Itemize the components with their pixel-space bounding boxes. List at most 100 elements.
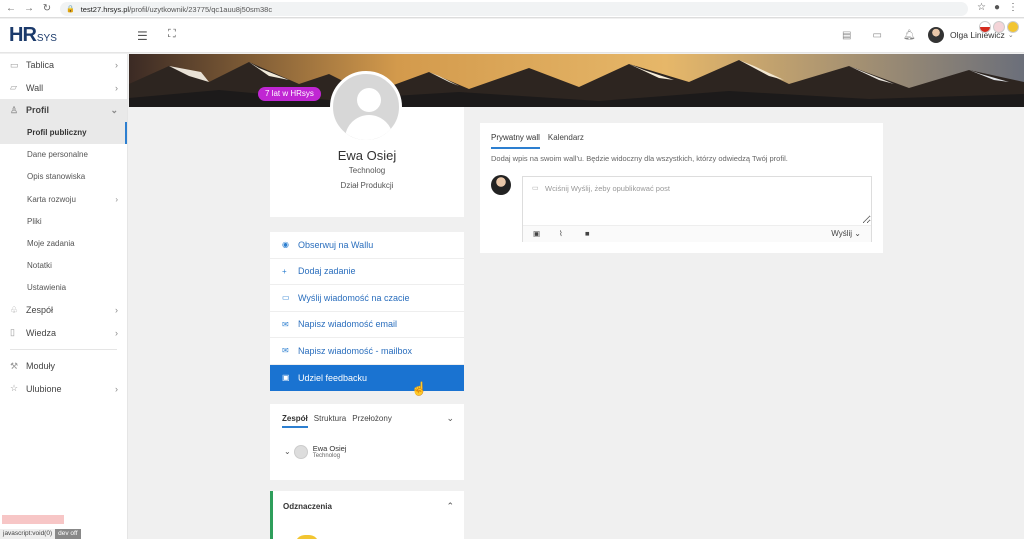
forward-arrow-icon[interactable]: →: [22, 2, 36, 16]
sidebar-item-zespol[interactable]: ♧ Zespół ›: [0, 299, 127, 322]
sidebar-item-label: Tablica: [26, 60, 55, 71]
avatar-head: [357, 88, 381, 112]
url-path: /profil/uzytkownik/23775/qc1auu8j50sm38c: [129, 4, 273, 14]
profile-actions: ◉ Obserwuj na Wallu + Dodaj zadanie ▭ Wy…: [270, 232, 464, 391]
avatar: [928, 27, 944, 43]
avatar-body: [345, 115, 393, 140]
member-role: Technolog: [312, 453, 341, 459]
profile-name: Ewa Osiej: [337, 148, 397, 163]
sidebar: ▭ Tablica › ▱ Wall › ♙ Profil ⌄ Profil p…: [0, 54, 128, 539]
chat-icon[interactable]: ▭: [872, 30, 881, 41]
sidebar-item-wall[interactable]: ▱ Wall ›: [0, 77, 127, 100]
sidebar-sub-karta-rozwoju[interactable]: Karta rozwoju ›: [0, 188, 127, 210]
sidebar-sub-profil-publiczny[interactable]: Profil publiczny: [0, 121, 127, 144]
sidebar-item-label: Profil: [26, 105, 50, 116]
follow-on-wall-action[interactable]: ◉ Obserwuj na Wallu: [270, 232, 464, 259]
send-button[interactable]: Wyślij ⌄: [831, 229, 861, 238]
tab-prywatny-wall[interactable]: Prywatny wall: [491, 133, 540, 149]
send-mailbox-action[interactable]: ✉ Napisz wiadomość - mailbox: [270, 338, 464, 365]
post-toolbar: ▣ ⌇ ■ Wyślij ⌄: [523, 225, 871, 242]
sidebar-item-wiedza[interactable]: ▯ Wiedza ›: [0, 322, 127, 345]
team-icon: ♧: [10, 304, 19, 315]
profile-role: Technolog: [348, 166, 386, 175]
status-link-text: javascript:void(0): [0, 529, 56, 539]
fullscreen-icon[interactable]: ⛶: [168, 28, 176, 41]
sidebar-sub-notatki[interactable]: Notatki: [0, 255, 127, 277]
profile-avatar[interactable]: [330, 71, 402, 143]
send-chat-action[interactable]: ▭ Wyślij wiadomość na czacie: [270, 285, 464, 312]
sidebar-sub-label: Ustawienia: [27, 283, 67, 293]
plus-icon: +: [282, 266, 287, 276]
chevron-right-icon: ›: [115, 194, 118, 204]
medal-icon: [295, 535, 319, 539]
chevron-down-icon[interactable]: ⌄: [284, 447, 291, 456]
sidebar-sub-dane-personalne[interactable]: Dane personalne: [0, 144, 127, 166]
hrsys-logo[interactable]: HR SYS: [9, 25, 57, 45]
sidebar-item-tablica[interactable]: ▭ Tablica ›: [0, 54, 127, 77]
tab-kalendarz[interactable]: Kalendarz: [548, 133, 584, 149]
bell-icon[interactable]: 🔔︎: [903, 30, 916, 41]
dev-toggle[interactable]: dev off: [55, 529, 81, 539]
envelope-icon: ✉: [282, 346, 289, 356]
sidebar-item-ulubione[interactable]: ☆ Ulubione ›: [0, 378, 127, 401]
sidebar-sub-ustawienia[interactable]: Ustawienia: [0, 277, 127, 299]
address-bar[interactable]: 🔒 test27.hrsys.pl/profil/uzytkownik/2377…: [60, 2, 968, 16]
sidebar-item-label: Wiedza: [26, 327, 57, 338]
eye-icon: ◉: [282, 240, 289, 250]
sidebar-sub-pliki[interactable]: Pliki: [0, 210, 127, 232]
send-label: Wyślij: [831, 229, 853, 238]
add-task-action[interactable]: + Dodaj zadanie: [270, 259, 464, 285]
user-icon: ♙: [10, 104, 19, 115]
wall-card: Prywatny wall Kalendarz Dodaj wpis na sw…: [480, 123, 883, 253]
chevron-down-icon[interactable]: ⌄: [446, 413, 454, 424]
url-host: test27.hrsys.pl: [80, 4, 130, 14]
honors-title: Odznaczenia: [283, 502, 332, 511]
member-name: Ewa Osiej: [312, 444, 347, 453]
give-feedback-button[interactable]: ▣ Udziel feedbacku: [270, 364, 464, 391]
flag-pl-icon[interactable]: [979, 21, 991, 33]
image-icon[interactable]: ▣: [533, 229, 540, 238]
feedback-icon: ▣: [282, 373, 290, 383]
chevron-right-icon: ›: [115, 383, 118, 394]
clipboard-icon[interactable]: ▤: [842, 30, 851, 41]
sidebar-item-moduly[interactable]: ⚒ Moduły: [0, 355, 127, 378]
status-bar: javascript:void(0) dev off: [0, 529, 81, 539]
tab-struktura[interactable]: Struktura: [314, 414, 346, 428]
browser-menu-icon[interactable]: ⋮: [1008, 2, 1018, 13]
sidebar-sub-label: Moje zadania: [27, 239, 75, 249]
team-card: Zespół Struktura Przełożony ⌄ ⌄ Ewa Osie…: [270, 404, 464, 480]
app-header: HR SYS ☰ ⛶ ▤ ▭ 🔔︎ Olga Liniewicz ⌄: [0, 19, 1024, 53]
tab-zespol[interactable]: Zespół: [282, 414, 308, 428]
reload-icon[interactable]: ↻: [40, 2, 54, 16]
sidebar-divider: [10, 349, 117, 350]
team-member[interactable]: ⌄ Ewa Osiej Technolog: [284, 444, 346, 459]
action-label: Obserwuj na Wallu: [298, 239, 374, 250]
lock-icon: 🔒: [66, 6, 75, 13]
sidebar-sub-label: Dane personalne: [27, 150, 88, 160]
hamburger-menu-icon[interactable]: ☰: [137, 29, 148, 43]
post-input[interactable]: [523, 177, 871, 224]
video-icon[interactable]: ■: [585, 229, 590, 238]
sidebar-item-label: Zespół: [26, 305, 54, 316]
account-icon[interactable]: ●: [994, 2, 1000, 13]
debug-tooltip: [2, 515, 64, 524]
back-arrow-icon[interactable]: ←: [4, 2, 18, 16]
sidebar-sub-opis-stanowiska[interactable]: Opis stanowiska: [0, 166, 127, 188]
sidebar-item-profil[interactable]: ♙ Profil ⌄: [0, 99, 127, 122]
paperclip-icon[interactable]: ⌇: [559, 229, 563, 238]
sidebar-sub-label: Pliki: [27, 216, 42, 226]
chevron-right-icon: ›: [115, 60, 118, 71]
sidebar-item-label: Ulubione: [26, 383, 62, 394]
monitor-icon: ▭: [10, 59, 19, 70]
chevron-up-icon[interactable]: ⌃: [446, 501, 454, 512]
tab-przelozony[interactable]: Przełożony: [352, 414, 392, 428]
flag-gb-icon[interactable]: [993, 21, 1005, 33]
send-email-action[interactable]: ✉ Napisz wiadomość email: [270, 312, 464, 338]
bookmark-star-icon[interactable]: ☆: [977, 2, 986, 13]
years-badge: 7 lat w HRsys: [258, 87, 321, 101]
sidebar-sub-moje-zadania[interactable]: Moje zadania: [0, 232, 127, 254]
flag-other-icon[interactable]: [1007, 21, 1019, 33]
sidebar-item-label: Moduły: [26, 361, 56, 372]
sidebar-item-label: Wall: [26, 82, 44, 93]
sidebar-sub-label: Opis stanowiska: [27, 172, 86, 182]
